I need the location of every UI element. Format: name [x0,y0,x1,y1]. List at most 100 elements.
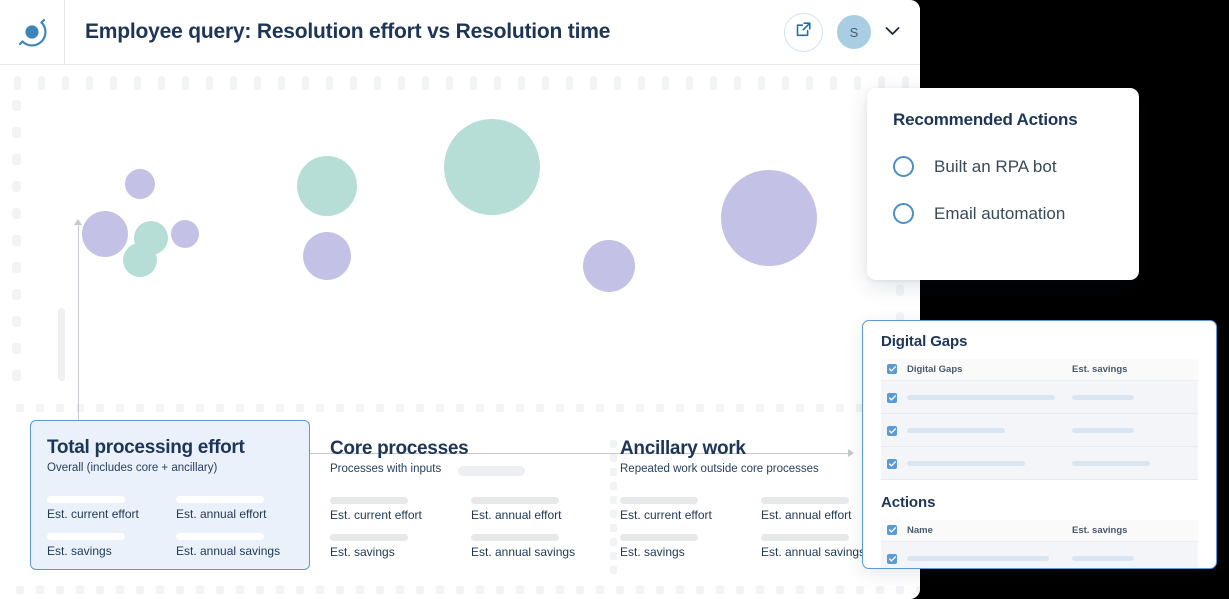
select-all-checkbox[interactable] [887,364,897,374]
chart-bubble[interactable] [123,243,157,277]
actions-table: Name Est. savings [881,520,1198,568]
radio-circle-icon[interactable] [893,156,914,177]
chart-bubble[interactable] [721,170,817,266]
skeleton-marker [756,586,764,594]
skeleton-marker [376,404,384,412]
skeleton-marker [356,586,364,594]
metric-value-placeholder [471,496,559,504]
metric-card-title: Total processing effort [47,437,245,458]
metric-item: Est. savings [47,532,164,558]
skeleton-marker [576,586,584,594]
metric-value-placeholder [176,532,264,540]
row-checkbox[interactable] [887,459,897,469]
metric-label: Est. savings [620,544,685,559]
table-row[interactable] [881,446,1198,480]
row-checkbox[interactable] [887,393,897,403]
row-checkbox-cell [881,446,907,480]
table-row[interactable] [881,380,1198,414]
skeleton-marker [296,404,304,412]
chart-bubble[interactable] [171,220,199,248]
recommended-action-item[interactable]: Built an RPA bot [893,156,1113,177]
skeleton-marker [350,76,357,90]
skeleton-marker [656,404,664,412]
row-name-cell [907,413,1072,447]
skeleton-marker [38,76,45,90]
chart-bubble[interactable] [125,169,155,199]
skeleton-marker [576,404,584,412]
row-savings-cell [1072,380,1198,414]
share-button[interactable] [784,12,823,52]
skeleton-marker [686,76,693,90]
skeleton-marker [816,586,824,594]
chart-bubble[interactable] [583,240,635,292]
skeleton-marker [110,76,117,90]
skeleton-marker [470,76,477,90]
account-menu-button[interactable] [885,23,900,41]
skeleton-marker [496,586,504,594]
metric-item: Est. annual effort [176,495,293,521]
chart-bubble[interactable] [303,232,351,280]
recommended-actions-list: Built an RPA bot Email automation [893,156,1113,224]
skeleton-marker [136,586,144,594]
skeleton-marker [156,404,164,412]
skeleton-marker [156,586,164,594]
skeleton-marker [336,586,344,594]
skeleton-marker [176,586,184,594]
skeleton-marker [86,76,93,90]
recommended-action-item[interactable]: Email automation [893,203,1113,224]
skeleton-top-markers [0,76,920,90]
app-logo[interactable] [0,0,65,64]
row-checkbox[interactable] [887,554,897,564]
metric-label: Est. annual savings [176,543,281,558]
actions-title: Actions [881,494,936,511]
skeleton-marker [736,404,744,412]
row-savings-cell [1072,446,1198,480]
chart-bubble[interactable] [82,211,128,257]
skeleton-marker [416,586,424,594]
skeleton-marker [896,586,904,594]
skeleton-marker [456,586,464,594]
skeleton-marker [816,404,824,412]
skeleton-marker [456,404,464,412]
metric-value-placeholder [620,533,698,541]
metric-value-placeholder [176,495,264,503]
row-checkbox[interactable] [887,426,897,436]
row-name-placeholder [907,394,1055,400]
skeleton-marker [56,586,64,594]
app-header: Employee query: Resolution effort vs Res… [0,0,920,65]
skeleton-marker [196,404,204,412]
skeleton-marker [416,404,424,412]
skeleton-marker [116,404,124,412]
table-row[interactable] [881,541,1198,568]
chart-bubble[interactable] [444,119,540,215]
skeleton-marker [854,76,861,90]
skeleton-marker [656,586,664,594]
metric-card[interactable]: Core processes Processes with inputs Est. … [330,420,600,570]
recommended-actions-title: Recommended Actions [893,110,1078,129]
skeleton-marker [14,76,21,90]
select-all-checkbox[interactable] [887,525,897,535]
chart-bubble[interactable] [297,156,357,216]
radio-circle-icon[interactable] [893,203,914,224]
metric-item: Est. current effort [620,496,749,522]
skeleton-marker [616,586,624,594]
metric-card[interactable]: Ancillary work Repeated work outside core… [620,420,890,570]
skeleton-marker [356,404,364,412]
skeleton-marker [556,586,564,594]
skeleton-marker [494,76,501,90]
table-header-row: Digital Gaps Est. savings [881,359,1198,381]
skeleton-marker [236,404,244,412]
avatar[interactable]: S [837,15,871,49]
skeleton-marker [710,76,717,90]
skeleton-marker [134,76,141,90]
skeleton-marker [616,404,624,412]
metric-grid: Est. current effort Est. annual effort Est… [620,496,890,559]
skeleton-marker [62,76,69,90]
skeleton-marker [76,586,84,594]
avatar-initial: S [849,24,859,40]
table-row[interactable] [881,413,1198,447]
metric-value-placeholder [620,496,698,504]
row-savings-placeholder [1072,460,1150,466]
chevron-down-icon [885,23,900,41]
metric-card[interactable]: Total processing effort Overall (includes… [30,420,310,570]
